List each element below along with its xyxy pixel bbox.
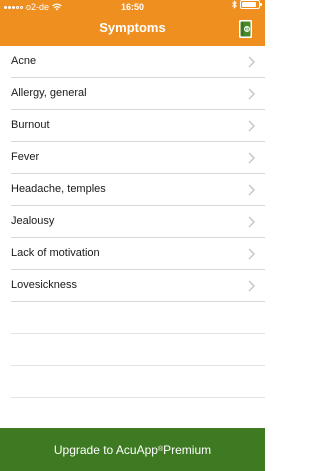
chevron-right-icon — [248, 152, 255, 164]
list-item-label: Fever — [11, 151, 40, 163]
upgrade-premium-button[interactable]: Upgrade to AcuApp ® Premium — [0, 428, 265, 471]
list-item[interactable]: Jealousy — [11, 206, 265, 238]
list-item[interactable]: Lovesickness — [11, 270, 265, 302]
list-item-label: Allergy, general — [11, 87, 87, 99]
symptoms-list: Acne Allergy, general Burnout Fever Head… — [0, 46, 265, 430]
chevron-right-icon — [248, 120, 255, 132]
empty-row — [11, 302, 265, 334]
bluetooth-icon — [232, 0, 237, 9]
battery-level — [242, 2, 256, 7]
battery-icon — [240, 0, 262, 9]
status-right — [232, 0, 262, 9]
list-item-label: Headache, temples — [11, 183, 106, 195]
list-item-label: Lovesickness — [11, 279, 78, 291]
status-bar: o2-de 16:50 — [0, 0, 265, 14]
list-item[interactable]: Lack of motivation — [11, 238, 265, 270]
list-item-label: Jealousy — [11, 215, 55, 227]
status-time: 16:50 — [120, 2, 145, 12]
list-item-label: Lack of motivation — [11, 247, 100, 259]
list-item[interactable]: Fever — [11, 142, 265, 174]
list-item[interactable]: Headache, temples — [11, 174, 265, 206]
chevron-right-icon — [248, 216, 255, 228]
empty-row — [11, 334, 265, 366]
premium-label-start: Upgrade to AcuApp — [53, 442, 158, 457]
chevron-right-icon — [248, 88, 255, 100]
list-item-label: Burnout — [11, 119, 50, 131]
chevron-right-icon — [248, 56, 255, 68]
empty-row — [11, 398, 265, 430]
list-item[interactable]: Burnout — [11, 110, 265, 142]
list-item-label: Acne — [11, 55, 37, 67]
empty-row — [11, 366, 265, 398]
chevron-right-icon — [248, 184, 255, 196]
premium-label-end: Premium — [163, 442, 212, 457]
chevron-right-icon — [248, 248, 255, 260]
list-item[interactable]: Allergy, general — [11, 78, 265, 110]
list-item[interactable]: Acne — [11, 46, 265, 78]
chevron-right-icon — [248, 280, 255, 292]
page-title: Symptoms — [99, 20, 166, 35]
book-icon[interactable] — [238, 19, 253, 39]
